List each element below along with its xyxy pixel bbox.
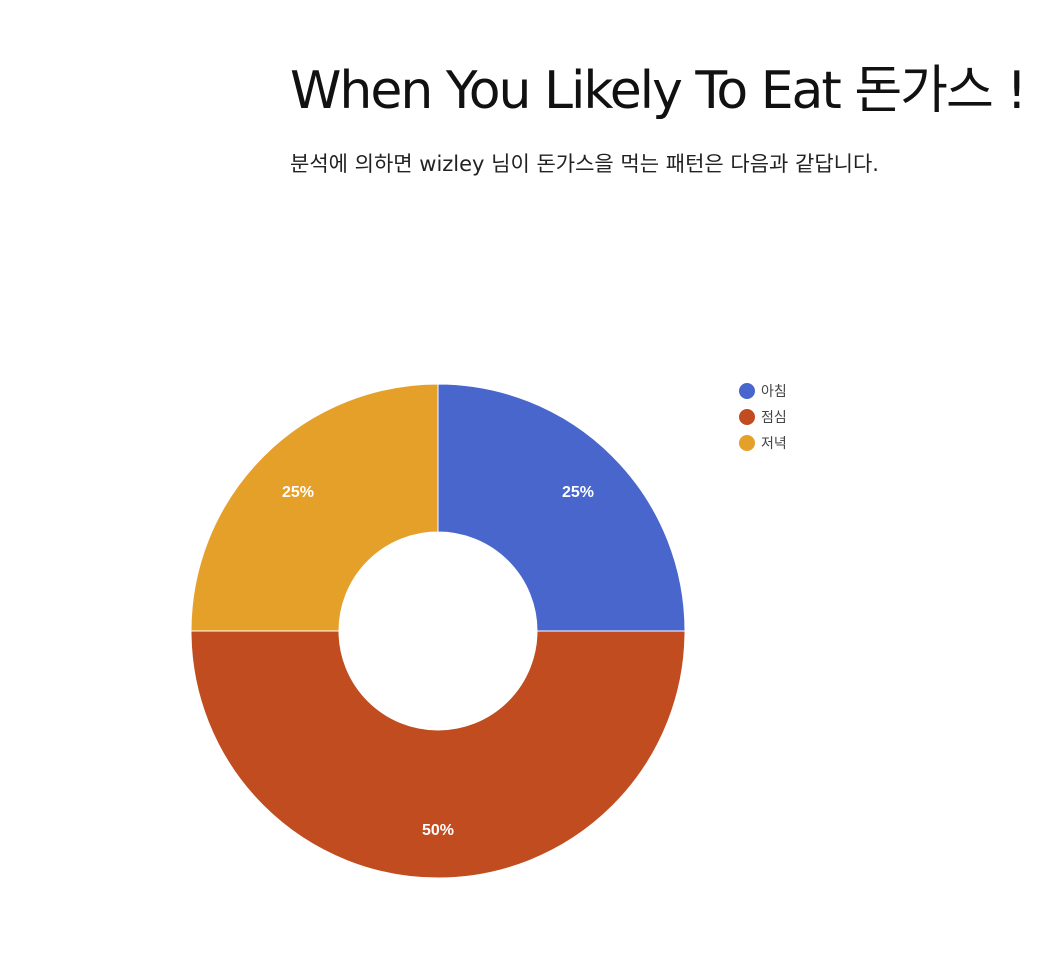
chart-slices — [190, 383, 686, 879]
data-label-2: 50% — [422, 822, 454, 839]
legend-label-1: 아침 — [761, 384, 787, 400]
legend-label-3: 저녁 — [761, 436, 787, 452]
slice-3 — [190, 383, 439, 632]
slice-1 — [437, 383, 686, 632]
legend-label-2: 점심 — [761, 410, 787, 426]
chart-legend: 아침점심저녁 — [739, 383, 787, 452]
data-label-3: 25% — [282, 484, 314, 501]
legend-marker-2 — [739, 409, 755, 425]
data-label-1: 25% — [562, 484, 594, 501]
legend-marker-3 — [739, 435, 755, 451]
donut-chart: 25% 50% 25% 아침점심저녁 — [190, 383, 787, 879]
legend-marker-1 — [739, 383, 755, 399]
slice-2 — [190, 630, 686, 879]
